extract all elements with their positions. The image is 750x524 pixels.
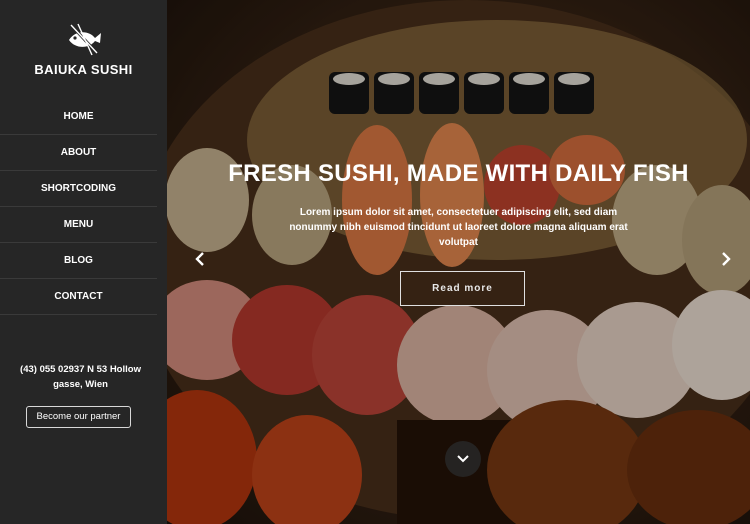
- scroll-down-button[interactable]: [445, 441, 481, 477]
- contact-address: (43) 055 02937 N 53 Hollow gasse, Wien: [8, 362, 153, 392]
- nav-item-blog[interactable]: BLOG: [0, 243, 157, 279]
- address-line-1: (43) 055 02937 N 53 Hollow: [20, 364, 141, 375]
- hero-title: FRESH SUSHI, MADE WITH DAILY FISH: [228, 160, 689, 187]
- address-line-2: gasse, Wien: [53, 379, 108, 390]
- sidebar: BAIUKA SUSHI HOME ABOUT SHORTCODING MENU…: [0, 0, 167, 524]
- chevron-right-icon[interactable]: [717, 250, 735, 268]
- nav-item-shortcoding[interactable]: SHORTCODING: [0, 171, 157, 207]
- main-nav: HOME ABOUT SHORTCODING MENU BLOG CONTACT: [0, 99, 157, 315]
- hero-subtitle: Lorem ipsum dolor sit amet, consectetuer…: [289, 207, 628, 248]
- become-partner-button[interactable]: Become our partner: [26, 406, 131, 428]
- read-more-button[interactable]: Read more: [400, 271, 525, 306]
- chevron-down-icon: [457, 455, 469, 463]
- brand-name: BAIUKA SUSHI: [34, 62, 133, 77]
- logo[interactable]: BAIUKA SUSHI: [0, 22, 167, 77]
- chevron-left-icon[interactable]: [191, 250, 209, 268]
- nav-item-contact[interactable]: CONTACT: [0, 279, 157, 315]
- nav-item-about[interactable]: ABOUT: [0, 135, 157, 171]
- nav-item-home[interactable]: HOME: [0, 99, 157, 135]
- nav-item-menu[interactable]: MENU: [0, 207, 157, 243]
- hero-slider: FRESH SUSHI, MADE WITH DAILY FISH Lorem …: [167, 0, 750, 524]
- fish-chopsticks-icon: [68, 23, 101, 56]
